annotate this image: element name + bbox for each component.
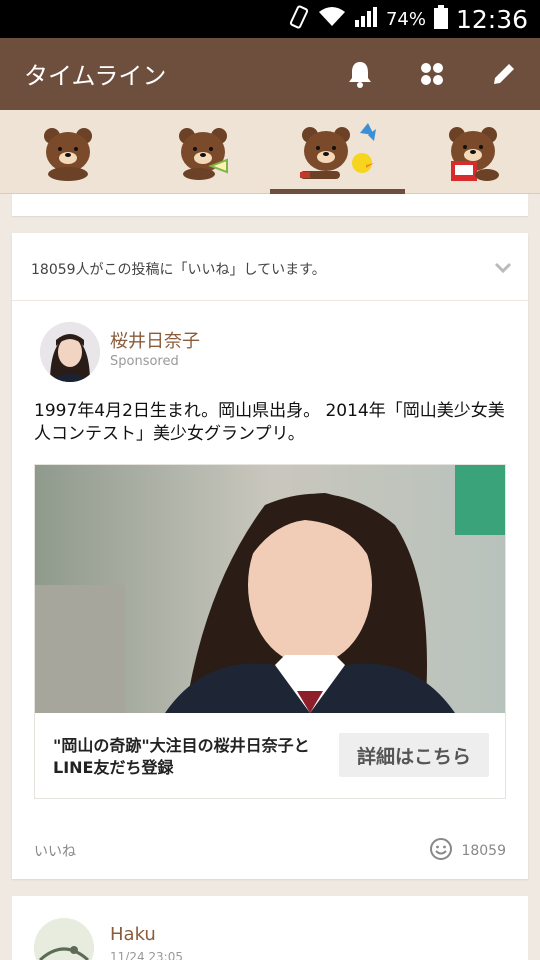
vibrate-icon <box>288 5 310 33</box>
avatar[interactable] <box>34 918 94 960</box>
brown-bear-reading-sticker <box>448 127 499 181</box>
app-header: タイムライン <box>0 38 540 110</box>
post-card: 18059人がこの投稿に「いいね」しています。 桜井日奈子 Sponsored … <box>12 233 528 879</box>
tab-brown-bear[interactable] <box>0 110 135 194</box>
bell-icon[interactable] <box>342 56 378 92</box>
post-body-text: 1997年4月2日生まれ。岡山県出身。 2014年「岡山美少女美人コンテスト」美… <box>34 401 505 444</box>
chevron-down-icon[interactable] <box>494 259 512 278</box>
avatar[interactable] <box>40 322 100 382</box>
smiley-icon <box>429 837 453 865</box>
next-post-card: Haku 11/24 23:05 <box>12 896 528 960</box>
post-author-name[interactable]: 桜井日奈子 <box>110 327 200 353</box>
wifi-icon <box>318 6 346 32</box>
battery-icon <box>433 5 448 33</box>
like-count-indicator[interactable]: 18059 <box>429 837 506 865</box>
grid-icon[interactable] <box>414 56 450 92</box>
tab-brown-bear-butterfly[interactable] <box>270 110 405 194</box>
brown-bear-sandwich-sticker <box>178 128 228 180</box>
status-bar: 74% 12:36 <box>0 0 540 38</box>
status-icons: 74% 12:36 <box>288 0 528 38</box>
battery-percent: 74% <box>385 8 426 30</box>
sponsored-label: Sponsored <box>110 354 179 369</box>
like-count: 18059 <box>461 843 506 859</box>
ad-card[interactable]: "岡山の奇跡"大注目の桜井日奈子とLINE友だち登録 詳細はこちら <box>34 464 506 799</box>
ad-caption: "岡山の奇跡"大注目の桜井日奈子とLINE友だち登録 <box>53 736 310 777</box>
previous-post-card <box>12 194 528 216</box>
page-title: タイムライン <box>24 62 167 90</box>
signal-icon <box>354 6 378 32</box>
tab-brown-bear-reading[interactable] <box>405 110 540 194</box>
like-summary-banner[interactable]: 18059人がこの投稿に「いいね」しています。 <box>12 233 528 301</box>
brown-bear-sticker <box>43 128 92 181</box>
post-author-name[interactable]: Haku <box>110 924 156 945</box>
sticker-tab-bar <box>0 110 540 194</box>
like-button[interactable]: いいね <box>34 841 76 861</box>
clock: 12:36 <box>455 4 528 34</box>
tab-brown-bear-sandwich[interactable] <box>135 110 270 194</box>
post-timestamp: 11/24 23:05 <box>110 950 183 960</box>
like-summary-text: 18059人がこの投稿に「いいね」しています。 <box>31 262 326 278</box>
brown-bear-butterfly-sticker <box>299 123 376 179</box>
pencil-icon[interactable] <box>486 56 522 92</box>
ad-details-button[interactable]: 詳細はこちら <box>339 733 489 777</box>
ad-photo[interactable] <box>35 465 505 713</box>
